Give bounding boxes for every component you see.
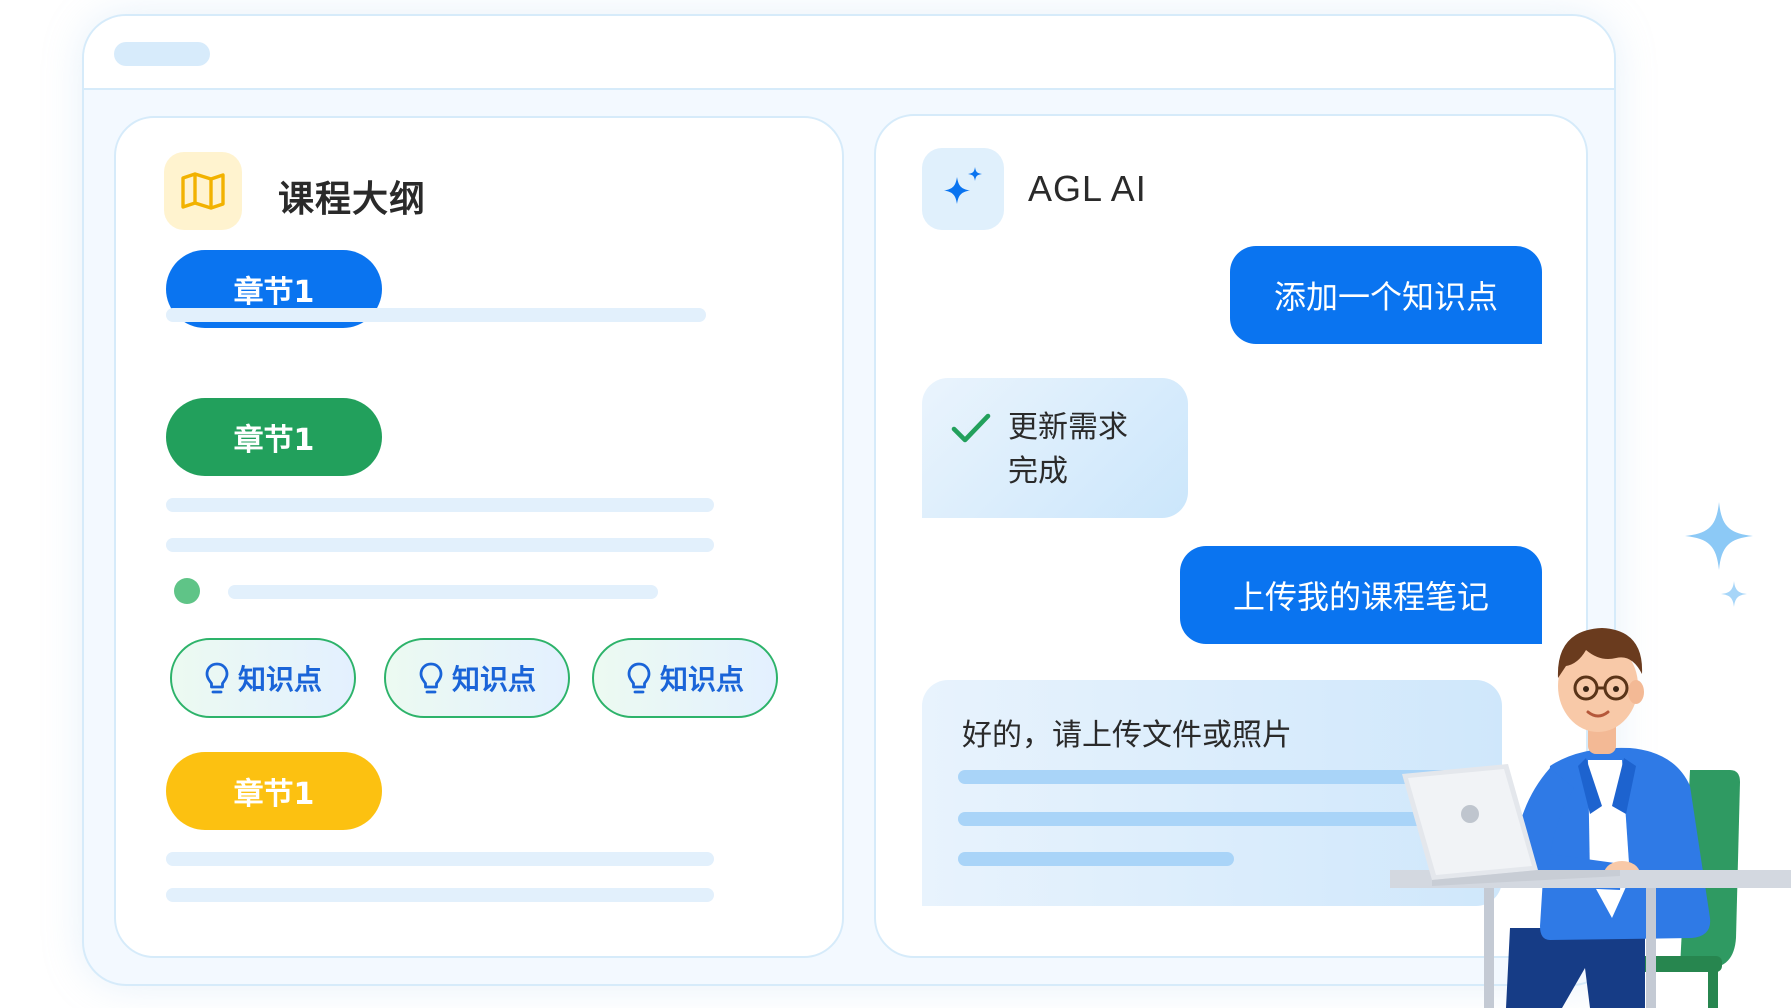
placeholder-line [228,585,658,599]
check-icon [951,413,991,443]
knowledge-point-tag[interactable]: 知识点 [592,638,778,718]
ai-message: 更新需求 完成 [922,378,1188,518]
knowledge-point-label: 知识点 [451,663,536,696]
sparkle-icon [1721,581,1747,607]
title-bar-placeholder [114,42,210,66]
chapter-button[interactable]: 章节1 [166,398,382,476]
placeholder-line [166,852,714,866]
knowledge-point-tag[interactable]: 知识点 [384,638,570,718]
lightbulb-icon [419,662,443,694]
sparkle-icon [1685,502,1753,570]
window-title-bar [84,16,1614,90]
assistant-title: AGL AI [1028,168,1147,209]
placeholder-line [958,852,1234,866]
bullet-dot [174,578,200,604]
sparkle-icon [922,148,1004,230]
course-outline-panel: 课程大纲 章节1 章节1 知识点 知识点 知识点 章节1 [114,116,844,958]
knowledge-point-tag[interactable]: 知识点 [170,638,356,718]
lightbulb-icon [627,662,651,694]
map-icon [164,152,242,230]
knowledge-point-label: 知识点 [237,663,322,696]
user-message: 添加一个知识点 [1230,246,1542,344]
placeholder-line [166,888,714,902]
ai-message-text: 更新需求 完成 [1008,406,1168,494]
ai-message-line: 更新需求 [1008,410,1128,445]
knowledge-point-label: 知识点 [659,663,744,696]
lightbulb-icon [205,662,229,694]
ai-message-text: 好的，请上传文件或照片 [962,718,1292,753]
placeholder-line [166,538,714,552]
chapter-button[interactable]: 章节1 [166,752,382,830]
ai-message-line: 完成 [1008,454,1068,489]
person-with-laptop-illustration [1390,628,1791,1008]
outline-title: 课程大纲 [278,179,427,220]
placeholder-line [166,308,706,322]
placeholder-line [166,498,714,512]
